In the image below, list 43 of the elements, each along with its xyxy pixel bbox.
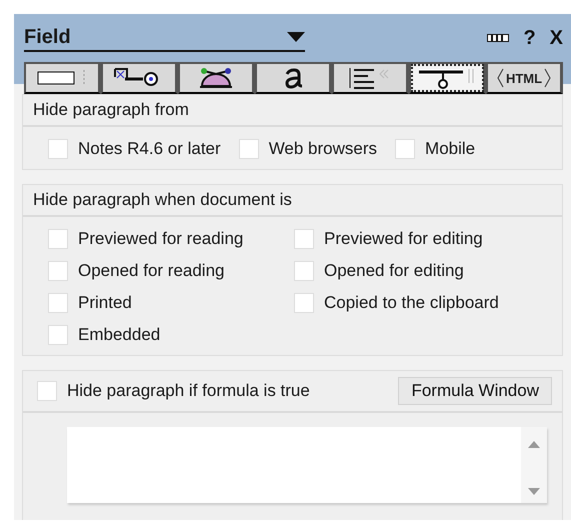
checkbox[interactable]: [294, 261, 314, 281]
checkbox-label: Web browsers: [268, 139, 378, 159]
checkbox-label: Notes R4.6 or later: [78, 139, 221, 159]
tab[interactable]: [409, 62, 486, 94]
formula-field[interactable]: [67, 427, 547, 503]
checkbox[interactable]: [48, 261, 68, 281]
checkbox-label: Embedded: [78, 325, 160, 345]
checkbox[interactable]: [294, 229, 314, 249]
tab[interactable]: HTML: [486, 62, 563, 94]
up-arrow-icon[interactable]: [528, 441, 540, 448]
caret-icon: [287, 32, 305, 42]
dock-icon[interactable]: [487, 34, 510, 42]
checkbox-label: Previewed for reading: [78, 229, 244, 249]
checkbox-label: Opened for editing: [324, 261, 464, 281]
checkbox[interactable]: [48, 293, 68, 313]
checkbox[interactable]: [48, 325, 68, 345]
checkbox-label: Hide paragraph if formula is true: [67, 381, 310, 401]
checkbox[interactable]: [294, 293, 314, 313]
close-button[interactable]: X: [550, 26, 563, 50]
group-heading: Hide paragraph from: [23, 95, 562, 127]
tab[interactable]: [332, 62, 409, 94]
checkbox-label: Printed: [78, 293, 132, 313]
checkbox[interactable]: [48, 139, 68, 159]
tab[interactable]: [178, 62, 255, 94]
bracket-icon: [544, 68, 552, 88]
checkbox-label: Previewed for editing: [324, 229, 483, 249]
tab[interactable]: [101, 62, 178, 94]
bracket-icon: [496, 68, 504, 88]
group-heading: Hide paragraph when document is: [23, 185, 562, 217]
help-button[interactable]: ?: [523, 26, 536, 50]
checkbox[interactable]: [37, 381, 57, 401]
type-dropdown[interactable]: Field: [24, 24, 305, 52]
tab[interactable]: [255, 62, 332, 94]
checkbox-label: Mobile: [425, 139, 476, 159]
checkbox-label: Opened for reading: [78, 261, 224, 281]
checkbox[interactable]: [395, 139, 416, 159]
checkbox-label: Copied to the clipboard: [324, 293, 499, 313]
tab[interactable]: [24, 62, 101, 94]
down-arrow-icon[interactable]: [528, 488, 540, 495]
checkbox[interactable]: [238, 139, 259, 159]
formula-window-button[interactable]: Formula Window: [398, 377, 552, 405]
checkbox[interactable]: [48, 229, 68, 249]
scroll-bar[interactable]: [521, 427, 547, 503]
